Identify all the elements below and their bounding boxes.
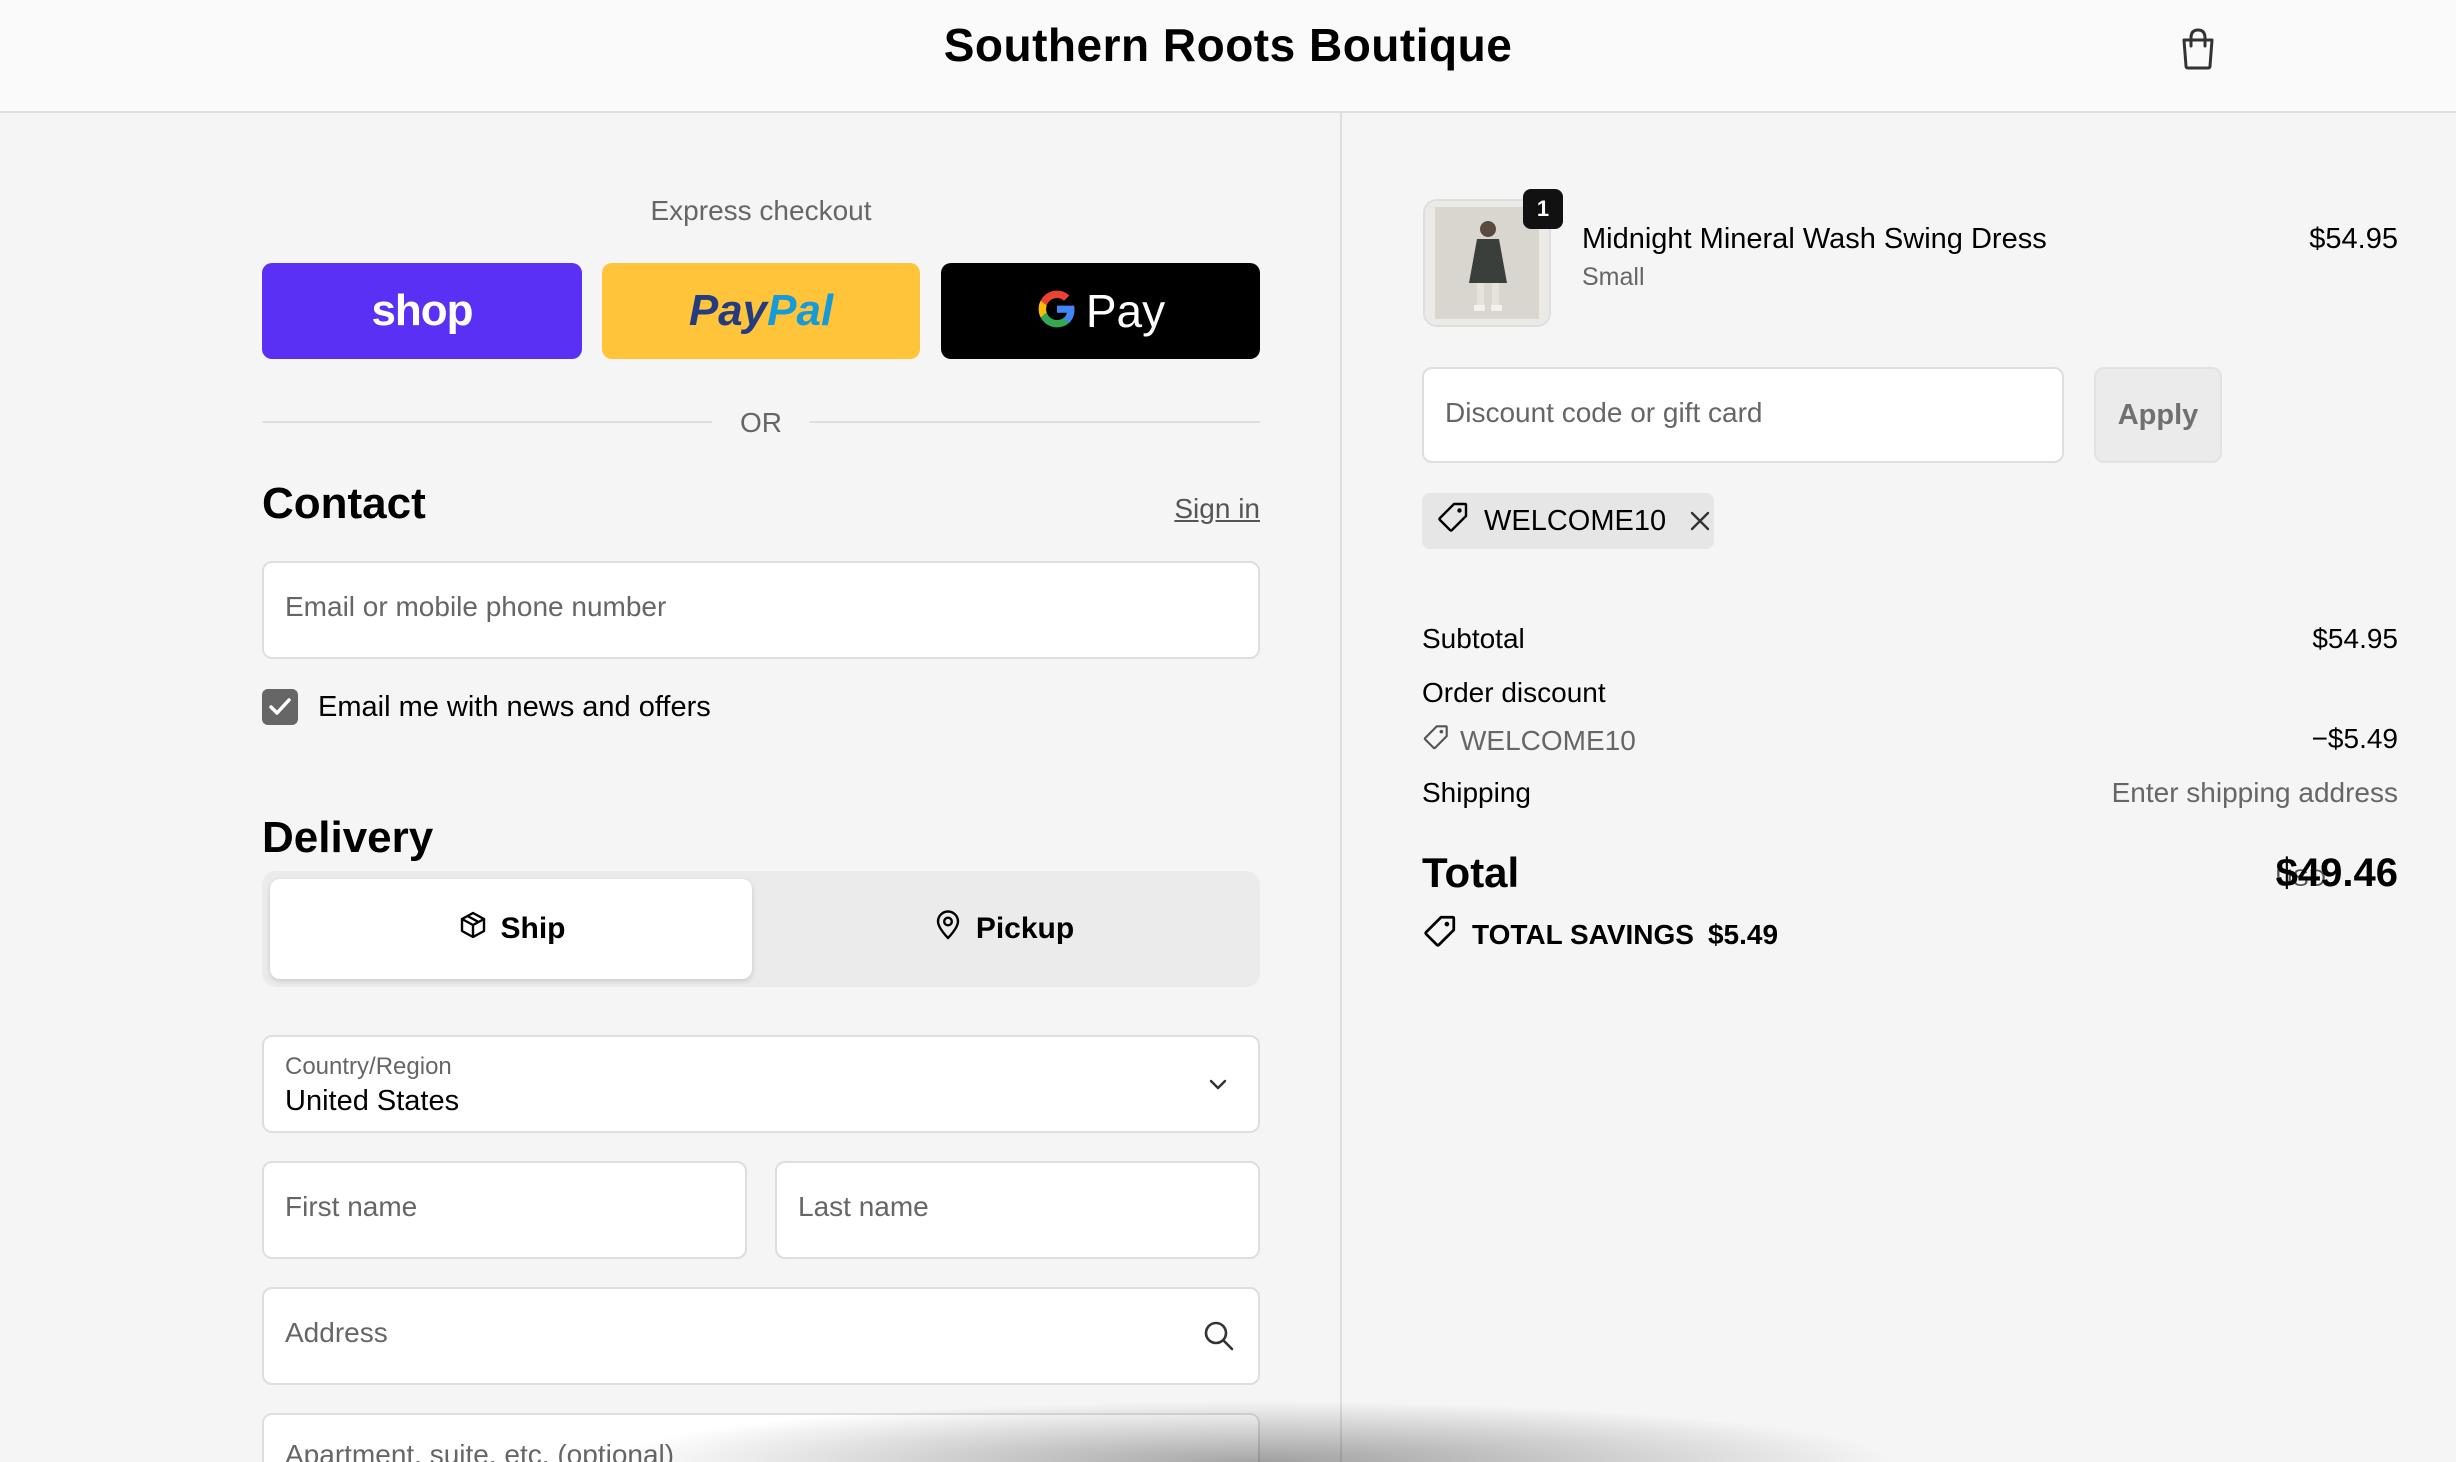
apartment-field[interactable]: Apartment, suite, etc. (optional)	[262, 1413, 1260, 1462]
shop-pay-button[interactable]: shop	[262, 263, 582, 359]
paypal-label: PayPal	[689, 286, 833, 336]
country-value: United States	[285, 1085, 460, 1117]
apply-discount-button[interactable]: Apply	[2094, 367, 2222, 463]
last-name-placeholder: Last name	[798, 1191, 929, 1222]
applied-discount-chip: WELCOME10	[1422, 493, 1714, 549]
paypal-button[interactable]: PayPal	[602, 263, 920, 359]
order-discount-value: −$5.49	[2311, 723, 2398, 754]
checkout-form-column: Express checkout shop PayPal Pay OR Cont…	[0, 113, 1340, 1462]
store-name[interactable]: Southern Roots Boutique	[0, 18, 2456, 72]
shipping-label: Shipping	[1422, 777, 1531, 808]
total-savings-label: TOTAL SAVINGS	[1472, 918, 1694, 950]
paypal-label-pay: Pay	[688, 286, 768, 335]
order-discount-code: WELCOME10	[1460, 724, 1636, 756]
box-icon	[457, 909, 489, 949]
total-label: Total	[1422, 849, 1520, 896]
email-placeholder: Email or mobile phone number	[285, 591, 667, 622]
product-thumbnail: 1	[1423, 189, 1563, 327]
google-pay-button[interactable]: Pay	[941, 263, 1260, 359]
order-discount-code-row: WELCOME10	[1422, 723, 1636, 758]
order-discount-label: Order discount	[1422, 677, 1606, 708]
pickup-option[interactable]: Pickup	[762, 879, 1244, 979]
or-line-right	[810, 421, 1260, 423]
delivery-heading: Delivery	[262, 813, 434, 862]
contact-heading: Contact	[262, 479, 426, 528]
news-checkbox-label[interactable]: Email me with news and offers	[318, 691, 711, 724]
location-pin-icon	[932, 909, 964, 949]
subtotal-label: Subtotal	[1422, 623, 1525, 654]
total-value: $49.46	[2275, 851, 2398, 895]
or-text: OR	[740, 407, 782, 438]
last-name-field[interactable]: Last name	[775, 1161, 1260, 1259]
paypal-label-pal: Pal	[767, 286, 834, 335]
page-header: Southern Roots Boutique	[0, 0, 2456, 113]
product-variant: Small	[1582, 263, 1645, 291]
total-savings-value: $5.49	[1707, 918, 1779, 950]
ship-option-label: Ship	[500, 912, 566, 945]
email-field[interactable]: Email or mobile phone number	[262, 561, 1260, 659]
tag-icon	[1422, 723, 1450, 758]
first-name-field[interactable]: First name	[262, 1161, 747, 1259]
ship-option[interactable]: Ship	[270, 879, 752, 979]
product-price: $54.95	[2309, 223, 2398, 255]
total-savings: TOTAL SAVINGS $5.49	[1422, 913, 1778, 956]
shopping-bag-icon[interactable]	[2174, 24, 2222, 72]
shop-pay-label: shop	[371, 286, 473, 335]
google-g-icon	[1036, 288, 1078, 335]
google-pay-label: Pay	[1085, 285, 1166, 337]
apartment-placeholder: Apartment, suite, etc. (optional)	[285, 1439, 675, 1462]
tag-icon	[1422, 913, 1458, 956]
sign-in-link[interactable]: Sign in	[1160, 493, 1260, 525]
subtotal-value: $54.95	[2312, 623, 2398, 654]
or-divider: OR	[262, 403, 1260, 443]
news-checkbox[interactable]	[262, 689, 298, 725]
country-label: Country/Region	[285, 1053, 452, 1080]
tag-icon	[1436, 500, 1470, 542]
product-name: Midnight Mineral Wash Swing Dress	[1582, 223, 2047, 255]
discount-code-placeholder: Discount code or gift card	[1445, 397, 1763, 428]
country-select[interactable]: Country/Region United States	[262, 1035, 1260, 1133]
search-icon[interactable]	[1202, 1319, 1236, 1358]
quantity-badge: 1	[1523, 189, 1563, 229]
discount-code-field[interactable]: Discount code or gift card	[1422, 367, 2064, 463]
address-field[interactable]: Address	[262, 1287, 1260, 1385]
applied-discount-code: WELCOME10	[1484, 504, 1667, 537]
remove-discount-close-icon[interactable]	[1686, 507, 1714, 535]
order-summary-column: 1 Midnight Mineral Wash Swing Dress Smal…	[1342, 113, 2456, 1462]
delivery-method-toggle: Ship Pickup	[262, 871, 1260, 987]
pickup-option-label: Pickup	[975, 912, 1075, 945]
first-name-placeholder: First name	[285, 1191, 418, 1222]
express-checkout-title: Express checkout	[650, 195, 872, 226]
shipping-value: Enter shipping address	[2111, 777, 2398, 808]
checkmark-icon	[269, 698, 291, 715]
address-placeholder: Address	[285, 1317, 388, 1348]
chevron-down-icon	[1206, 1073, 1230, 1102]
